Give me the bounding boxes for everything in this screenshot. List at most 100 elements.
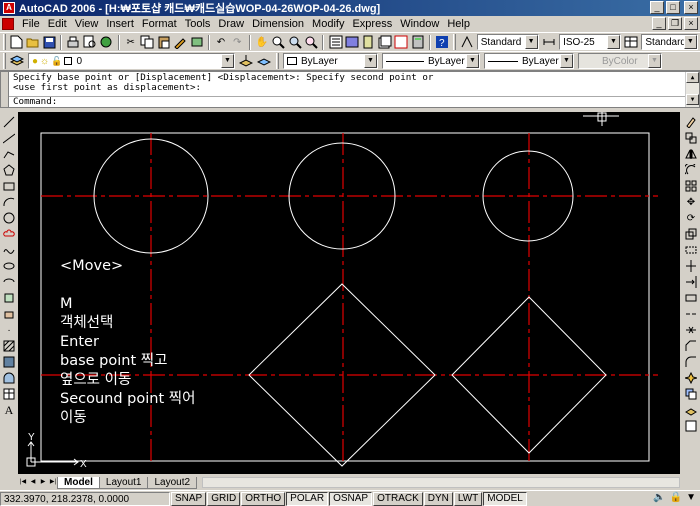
explode-icon[interactable]	[684, 371, 698, 385]
toolbar-lock-icon[interactable]: 🔒	[670, 492, 682, 503]
cut-icon[interactable]: ✂	[124, 34, 138, 50]
close-button[interactable]: ×	[684, 1, 698, 14]
polygon-icon[interactable]	[2, 163, 16, 177]
coordinate-readout[interactable]: 332.3970, 218.2378, 0.0000	[0, 491, 170, 506]
document-icon[interactable]	[2, 18, 14, 30]
menu-help[interactable]: Help	[443, 18, 474, 30]
help-icon[interactable]: ?	[435, 34, 449, 50]
menu-edit[interactable]: Edit	[44, 18, 71, 30]
model-toggle[interactable]: MODEL	[483, 491, 527, 506]
extend-icon[interactable]	[684, 275, 698, 289]
rectangle-icon[interactable]	[2, 179, 16, 193]
line-icon[interactable]	[2, 115, 16, 129]
doc-minimize-button[interactable]: _	[652, 17, 666, 30]
menu-view[interactable]: View	[71, 18, 103, 30]
menu-insert[interactable]: Insert	[102, 18, 138, 30]
maximize-button[interactable]: □	[666, 1, 680, 14]
break-at-point-icon[interactable]	[684, 291, 698, 305]
dim-style-select[interactable]: ISO-25 ▼	[559, 34, 621, 50]
save-icon[interactable]	[42, 34, 56, 50]
command-input[interactable]: Command:	[9, 96, 685, 107]
toolbar-grip[interactable]	[3, 53, 6, 69]
ellipse-arc-icon[interactable]	[2, 275, 16, 289]
communication-center-icon[interactable]: 🔈	[653, 492, 665, 503]
horizontal-scrollbar[interactable]	[202, 477, 680, 488]
redo-icon[interactable]: ↷	[230, 34, 244, 50]
match-properties-icon[interactable]	[173, 34, 187, 50]
trim-icon[interactable]	[684, 259, 698, 273]
menu-dimension[interactable]: Dimension	[248, 18, 308, 30]
zoom-window-icon[interactable]	[287, 34, 302, 50]
point-icon[interactable]: ·	[2, 323, 16, 337]
array-icon[interactable]	[684, 179, 698, 193]
drawing-area[interactable]: Y X <Move> M 객체선택 Enter base point 찍고 옆으…	[18, 112, 680, 474]
open-icon[interactable]	[25, 34, 39, 50]
menu-file[interactable]: File	[18, 18, 44, 30]
layer-tools-icon[interactable]	[684, 403, 698, 417]
tool-palettes-icon[interactable]	[361, 34, 375, 50]
pan-icon[interactable]: ✋	[255, 34, 269, 50]
make-current-layer-icon[interactable]	[238, 53, 254, 69]
draworder-icon[interactable]	[684, 387, 698, 401]
minimize-button[interactable]: _	[650, 1, 664, 14]
linetype-select[interactable]: ByLayer ▼	[382, 53, 480, 69]
text-style-select[interactable]: Standard ▼	[476, 34, 539, 50]
gradient-icon[interactable]	[2, 355, 16, 369]
dim-style-icon[interactable]	[542, 34, 556, 50]
tab-layout2[interactable]: Layout2	[147, 476, 198, 489]
next-tab-icon[interactable]: ▶	[38, 477, 48, 488]
markup-icon[interactable]	[394, 34, 408, 50]
menu-express[interactable]: Express	[348, 18, 396, 30]
prev-tab-icon[interactable]: ◀	[28, 477, 38, 488]
lwt-toggle[interactable]: LWT	[453, 491, 483, 506]
scroll-down-icon[interactable]: ▼	[686, 94, 699, 105]
mirror-icon[interactable]	[684, 147, 698, 161]
chamfer-icon[interactable]	[684, 339, 698, 353]
menu-tools[interactable]: Tools	[181, 18, 215, 30]
spline-icon[interactable]	[2, 243, 16, 257]
zoom-previous-icon[interactable]	[304, 34, 318, 50]
insert-block-icon[interactable]	[2, 291, 16, 305]
first-tab-icon[interactable]: |◀	[18, 477, 28, 488]
rotate-icon[interactable]: ⟳	[684, 211, 698, 225]
region-icon[interactable]	[2, 371, 16, 385]
arc-icon[interactable]	[2, 195, 16, 209]
hatch-icon[interactable]	[2, 339, 16, 353]
menu-draw[interactable]: Draw	[214, 18, 248, 30]
command-scrollbar[interactable]: ▲ ▼	[685, 72, 699, 107]
polar-toggle[interactable]: POLAR	[286, 491, 329, 506]
break-icon[interactable]	[684, 307, 698, 321]
menu-modify[interactable]: Modify	[308, 18, 348, 30]
join-icon[interactable]	[684, 323, 698, 337]
sheet-set-icon[interactable]	[378, 34, 392, 50]
grid-toggle[interactable]: GRID	[207, 491, 241, 506]
properties-icon[interactable]	[328, 34, 343, 50]
plot-icon[interactable]	[66, 34, 80, 50]
new-icon[interactable]	[9, 34, 23, 50]
doc-restore-button[interactable]: ❐	[668, 17, 682, 30]
paste-icon[interactable]	[156, 34, 170, 50]
menu-window[interactable]: Window	[396, 18, 443, 30]
tab-layout1[interactable]: Layout1	[98, 476, 149, 489]
status-menu-icon[interactable]: ▼	[686, 492, 696, 503]
ortho-toggle[interactable]: ORTHO	[241, 491, 286, 506]
offset-icon[interactable]	[684, 163, 698, 177]
polyline-icon[interactable]	[2, 147, 16, 161]
properties-palette-icon[interactable]	[684, 419, 698, 433]
plot-preview-icon[interactable]	[83, 34, 97, 50]
doc-close-button[interactable]: ×	[684, 17, 698, 30]
copy-icon[interactable]	[140, 34, 154, 50]
zoom-realtime-icon[interactable]	[271, 34, 285, 50]
command-window-grip[interactable]	[1, 72, 9, 107]
menu-format[interactable]: Format	[138, 18, 181, 30]
osnap-toggle[interactable]: OSNAP	[329, 491, 373, 506]
table-style-icon[interactable]	[624, 34, 638, 50]
toolbar-grip[interactable]	[453, 34, 457, 50]
ellipse-icon[interactable]	[2, 259, 16, 273]
revision-cloud-icon[interactable]	[2, 227, 16, 241]
move-icon[interactable]: ✥	[684, 195, 698, 209]
publish-icon[interactable]	[99, 34, 113, 50]
otrack-toggle[interactable]: OTRACK	[373, 491, 423, 506]
layer-manager-icon[interactable]	[9, 53, 25, 69]
multiline-text-icon[interactable]: A	[2, 403, 16, 417]
